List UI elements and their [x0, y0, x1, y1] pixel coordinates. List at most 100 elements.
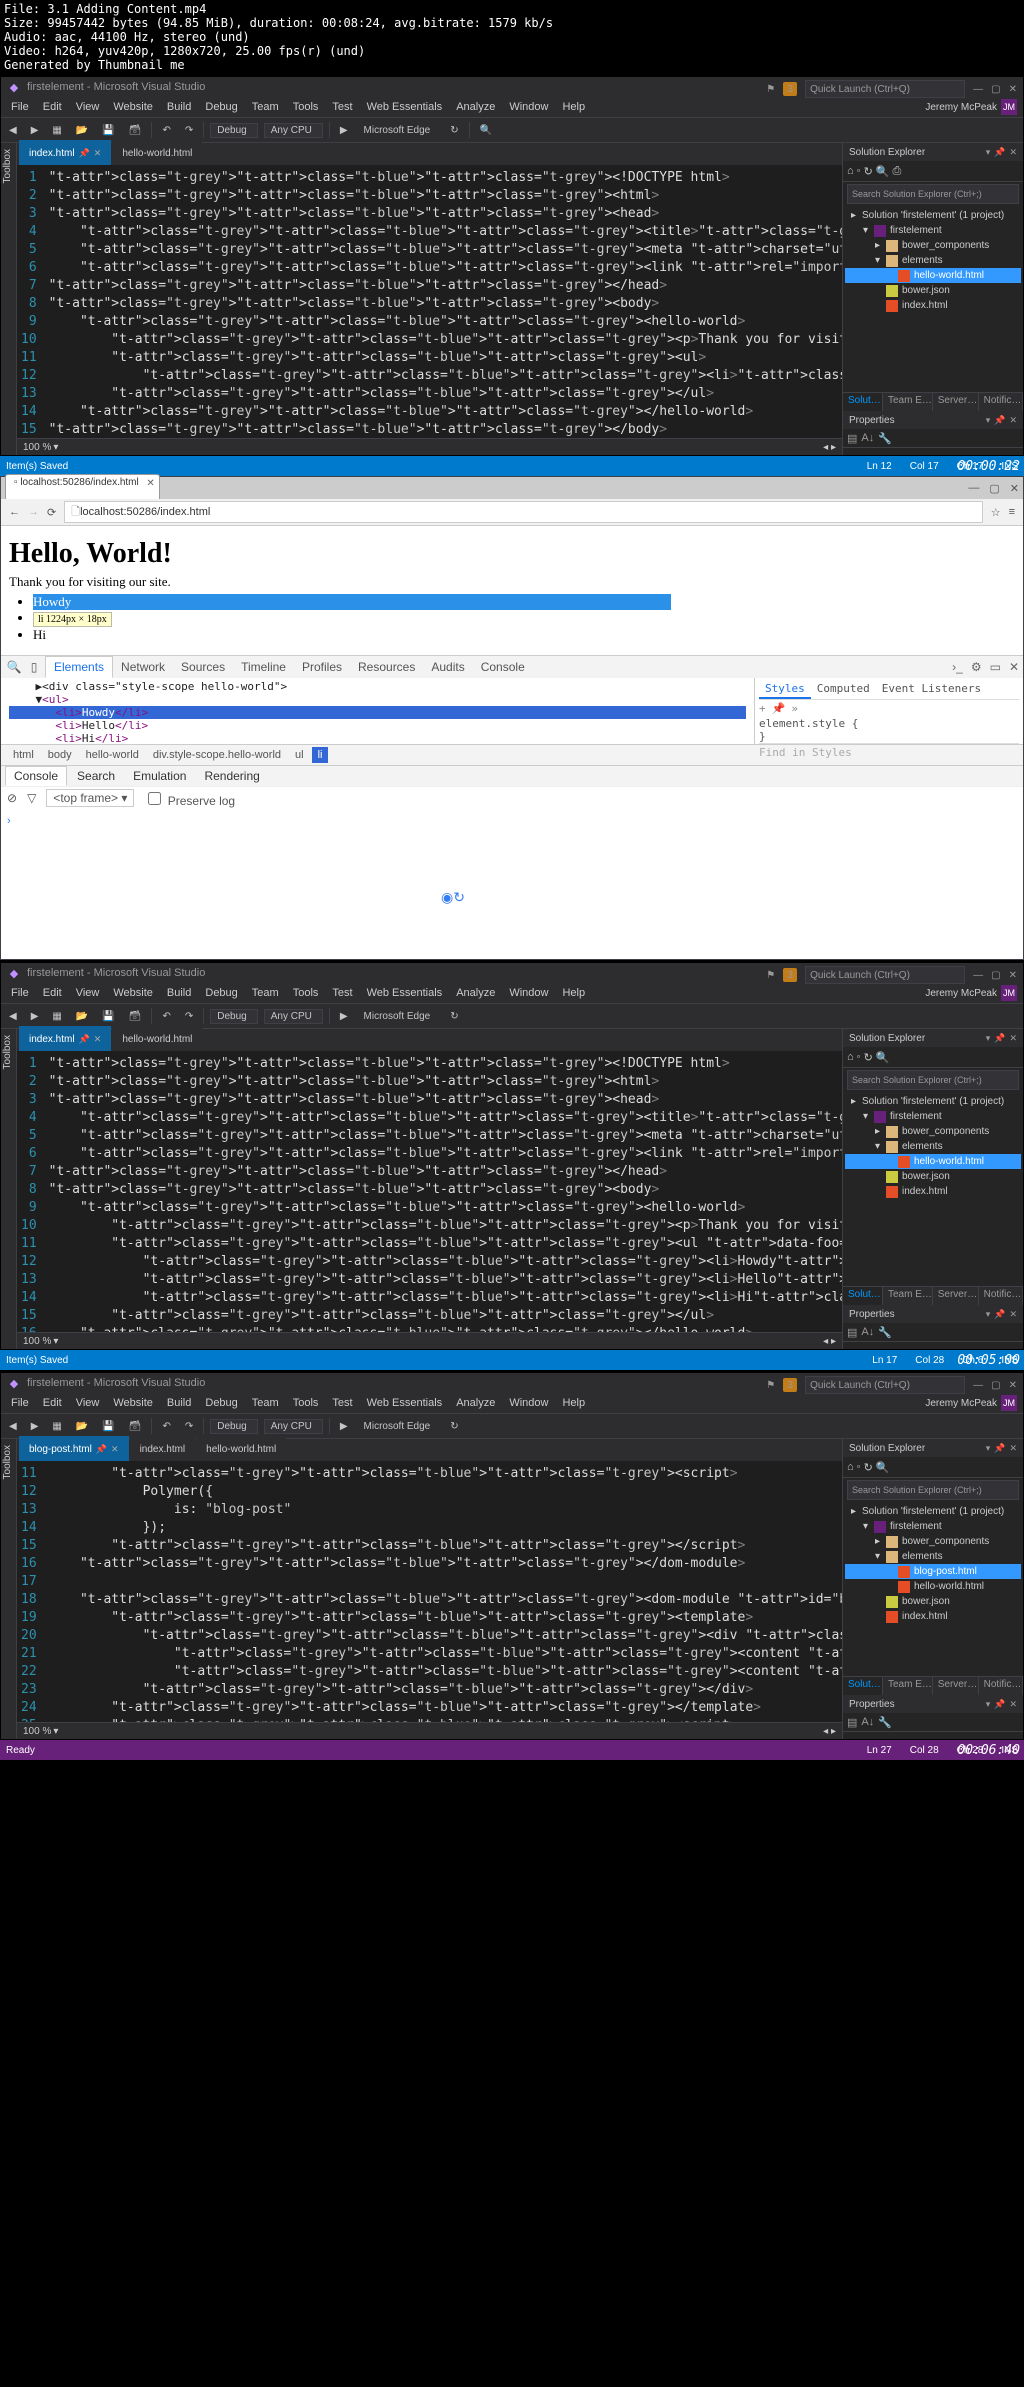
nav-fwd-icon[interactable]: ▶	[27, 124, 43, 137]
tree-item[interactable]: hello-world.html	[845, 268, 1021, 283]
close-tab-icon[interactable]: ✕	[146, 478, 154, 489]
tree-item[interactable]: ▸bower_components	[845, 1534, 1021, 1549]
menu-debug[interactable]: Debug	[199, 985, 243, 1001]
maximize-button[interactable]: ▢	[991, 84, 1000, 95]
devtools-tab-profiles[interactable]: Profiles	[294, 657, 350, 677]
save-all-icon[interactable]: 🗃	[125, 124, 146, 137]
back-icon[interactable]: ←	[9, 506, 20, 518]
minimize-button[interactable]: —	[973, 84, 983, 95]
menu-window[interactable]: Window	[503, 1395, 554, 1411]
devtools-tab-network[interactable]: Network	[113, 657, 173, 677]
menu-web-essentials[interactable]: Web Essentials	[361, 985, 449, 1001]
tree-item[interactable]: blog-post.html	[845, 1564, 1021, 1579]
devtools-tab-audits[interactable]: Audits	[423, 657, 472, 677]
menu-tools[interactable]: Tools	[287, 985, 325, 1001]
run-target[interactable]: Microsoft Edge	[358, 124, 441, 137]
add-rule-icon[interactable]: +	[759, 702, 766, 715]
menu-help[interactable]: Help	[556, 1395, 591, 1411]
menu-help[interactable]: Help	[556, 99, 591, 115]
menu-tools[interactable]: Tools	[287, 99, 325, 115]
quick-launch-input[interactable]: Quick Launch (Ctrl+Q)	[805, 80, 965, 98]
maximize-button[interactable]: ▢	[989, 482, 999, 495]
scroll-arrows[interactable]: ◂ ▸	[823, 442, 836, 453]
frame-selector[interactable]: <top frame> ▾	[46, 789, 134, 807]
menu-file[interactable]: File	[5, 1395, 35, 1411]
close-icon[interactable]: ✕	[1009, 147, 1017, 158]
menu-website[interactable]: Website	[107, 1395, 159, 1411]
tree-item[interactable]: ▸Solution 'firstelement' (1 project)	[845, 1504, 1021, 1519]
preserve-log-checkbox[interactable]	[148, 792, 161, 805]
device-icon[interactable]: ▯	[25, 660, 43, 674]
code-content[interactable]: "t-attr">class="t-grey">"t-attr">class="…	[45, 165, 842, 438]
tree-item[interactable]: ▾firstelement	[845, 1109, 1021, 1124]
menu-window[interactable]: Window	[503, 99, 554, 115]
devtools-tab-resources[interactable]: Resources	[350, 657, 423, 677]
star-icon[interactable]: ☆	[991, 506, 1001, 519]
menu-team[interactable]: Team	[246, 985, 285, 1001]
menu-edit[interactable]: Edit	[37, 985, 68, 1001]
tree-item[interactable]: bower.json	[845, 1169, 1021, 1184]
menu-view[interactable]: View	[70, 1395, 106, 1411]
menu-team[interactable]: Team	[246, 99, 285, 115]
menu-window[interactable]: Window	[503, 985, 554, 1001]
config-combo[interactable]: Debug	[210, 123, 257, 138]
tree-item[interactable]: hello-world.html	[845, 1579, 1021, 1594]
editor-tab-blogpost[interactable]: blog-post.html 📌✕	[19, 1436, 129, 1461]
se-search[interactable]: Search Solution Explorer (Ctrl+;)	[847, 184, 1019, 204]
menu-build[interactable]: Build	[161, 985, 197, 1001]
menu-build[interactable]: Build	[161, 99, 197, 115]
pin-icon[interactable]: 📌	[772, 702, 786, 715]
minimize-button[interactable]: —	[968, 482, 979, 494]
devtools-tab-elements[interactable]: Elements	[45, 656, 113, 678]
menu-website[interactable]: Website	[107, 99, 159, 115]
tree-item[interactable]: ▾firstelement	[845, 1519, 1021, 1534]
home-icon[interactable]: ⌂	[847, 165, 854, 177]
tree-item[interactable]: ▾elements	[845, 253, 1021, 268]
zoom-level[interactable]: 100 %	[23, 442, 51, 453]
address-bar[interactable]: 🗋 localhost:50286/index.html	[64, 501, 982, 523]
new-project-icon[interactable]: ▦	[48, 124, 65, 137]
menu-web-essentials[interactable]: Web Essentials	[361, 1395, 449, 1411]
menu-website[interactable]: Website	[107, 985, 159, 1001]
console-toggle-icon[interactable]: ›_	[952, 660, 963, 674]
devtools-tab-timeline[interactable]: Timeline	[233, 657, 294, 677]
alpha-icon[interactable]: A↓	[861, 432, 874, 444]
tree-item[interactable]: ▸bower_components	[845, 1124, 1021, 1139]
nav-back-icon[interactable]: ◀	[5, 124, 21, 137]
tree-item[interactable]: index.html	[845, 1609, 1021, 1624]
tree-item[interactable]: bower.json	[845, 1594, 1021, 1609]
menu-help[interactable]: Help	[556, 985, 591, 1001]
close-button[interactable]: ✕	[1010, 482, 1019, 495]
wrench-icon[interactable]: 🔧	[878, 432, 892, 445]
platform-combo[interactable]: Any CPU	[264, 123, 323, 138]
console-output[interactable]: › ◉↻	[1, 809, 1023, 959]
menu-tools[interactable]: Tools	[287, 1395, 325, 1411]
menu-test[interactable]: Test	[326, 985, 358, 1001]
menu-file[interactable]: File	[5, 985, 35, 1001]
editor-tab-hello[interactable]: hello-world.html	[112, 140, 202, 165]
categorize-icon[interactable]: ▤	[847, 432, 857, 445]
reload-icon[interactable]: ⟳	[47, 506, 56, 519]
find-in-styles[interactable]: Find in Styles	[759, 743, 1019, 759]
pin-icon[interactable]: 📌	[79, 148, 90, 159]
tree-item[interactable]: bower.json	[845, 283, 1021, 298]
close-icon[interactable]: ✕	[1009, 660, 1019, 674]
menu-edit[interactable]: Edit	[37, 1395, 68, 1411]
menu-view[interactable]: View	[70, 99, 106, 115]
menu-analyze[interactable]: Analyze	[450, 1395, 501, 1411]
menu-analyze[interactable]: Analyze	[450, 985, 501, 1001]
editor-tab-index[interactable]: index.html 📌✕	[19, 1026, 111, 1051]
code-content[interactable]: "t-attr">class="t-grey">"t-attr">class="…	[45, 1461, 842, 1722]
menu-view[interactable]: View	[70, 985, 106, 1001]
menu-web-essentials[interactable]: Web Essentials	[361, 99, 449, 115]
user-badge[interactable]: Jeremy McPeakJM	[925, 99, 1017, 115]
browser-link-icon[interactable]: ↻	[446, 124, 462, 137]
code-content[interactable]: "t-attr">class="t-grey">"t-attr">class="…	[45, 1051, 842, 1332]
toolbox-tab[interactable]: Toolbox	[1, 143, 14, 189]
clear-icon[interactable]: ⊘	[7, 791, 17, 805]
undo-icon[interactable]: ↶	[158, 124, 174, 137]
tree-item[interactable]: ▾elements	[845, 1549, 1021, 1564]
filter-icon[interactable]: ▽	[27, 791, 36, 805]
menu-test[interactable]: Test	[326, 1395, 358, 1411]
browser-tab[interactable]: ▫ localhost:50286/index.html ✕	[5, 474, 160, 499]
